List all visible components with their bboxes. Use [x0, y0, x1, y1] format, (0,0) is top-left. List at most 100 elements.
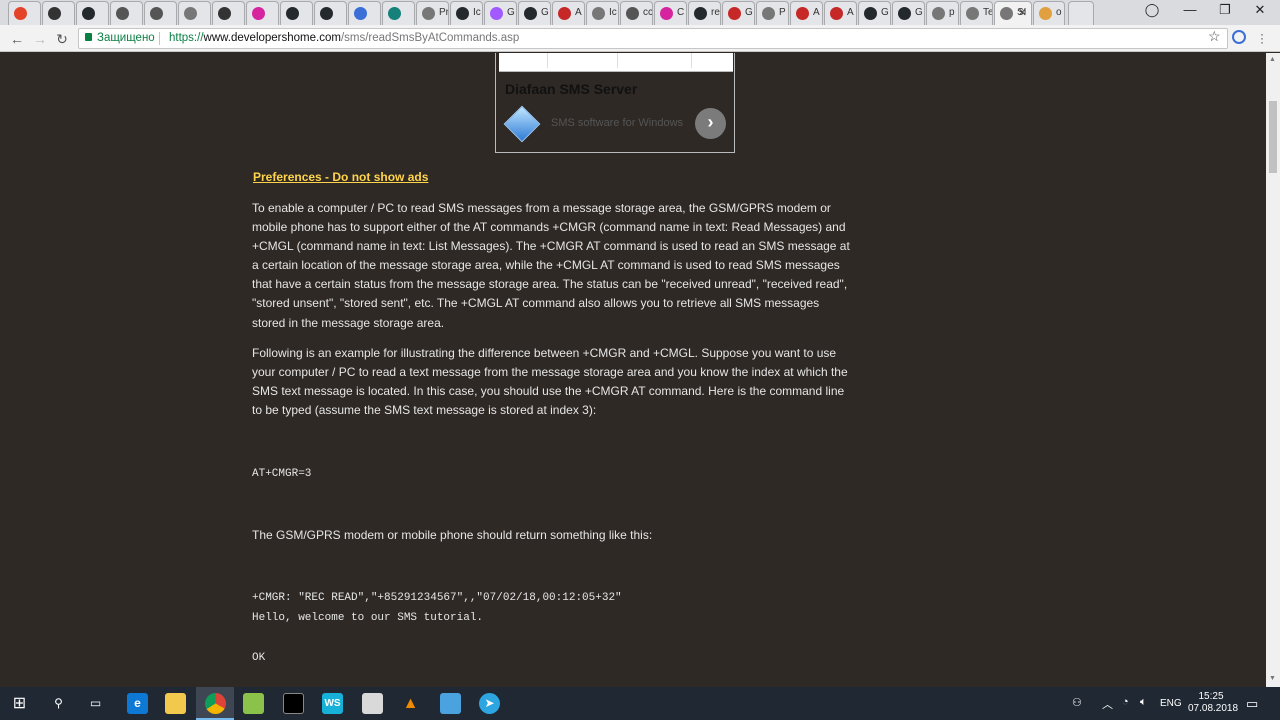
terminal-icon[interactable]	[283, 693, 304, 714]
document-icon[interactable]	[362, 693, 383, 714]
browser-tab[interactable]: A	[790, 1, 823, 25]
browser-tab[interactable]: G	[484, 1, 517, 25]
edge-icon[interactable]: e	[127, 693, 148, 714]
extension-icon[interactable]	[1232, 30, 1246, 44]
tab-label: o	[1056, 7, 1062, 18]
browser-tab[interactable]	[314, 1, 347, 25]
browser-tab[interactable]: G	[722, 1, 755, 25]
language-indicator[interactable]: ENG	[1160, 698, 1182, 709]
browser-tab[interactable]: Te	[960, 1, 993, 25]
reload-icon[interactable]: ↻	[52, 29, 72, 49]
people-icon[interactable]: ⚇	[1072, 696, 1082, 709]
browser-toolbar: ← → ↻ Защищено https://www.developershom…	[0, 25, 1280, 52]
ad-title[interactable]: Diafaan SMS Server	[505, 81, 637, 97]
secure-label: Защищено	[97, 32, 155, 44]
clock-date: 07.08.2018	[1188, 703, 1239, 714]
browser-tab[interactable]	[246, 1, 279, 25]
bookmark-star-icon[interactable]: ☆	[1208, 28, 1221, 45]
browser-tab[interactable]: G	[858, 1, 891, 25]
close-window-button[interactable]: ✕	[1240, 2, 1280, 18]
ad-banner[interactable]: Diafaan SMS Server SMS software for Wind…	[495, 53, 735, 153]
tab-label: A	[813, 7, 820, 18]
browser-tab[interactable]: P	[756, 1, 789, 25]
browser-tab[interactable]	[8, 1, 41, 25]
browser-tab[interactable]: o	[1033, 1, 1065, 25]
url-text[interactable]: https://www.developershome.com/sms/readS…	[169, 29, 519, 48]
browser-tab[interactable]: A	[552, 1, 585, 25]
ad-arrow-button[interactable]: ›	[695, 108, 726, 139]
browser-tab[interactable]	[382, 1, 415, 25]
browser-tab[interactable]: G	[518, 1, 551, 25]
new-tab-button[interactable]	[1068, 1, 1094, 25]
browser-tab[interactable]	[348, 1, 381, 25]
browser-tab[interactable]: A	[824, 1, 857, 25]
rocket-icon	[218, 7, 231, 20]
code-response-line3: OK	[252, 652, 266, 664]
notifications-icon[interactable]: ▭	[1246, 696, 1258, 712]
scroll-up-icon[interactable]: ▲	[1269, 56, 1276, 63]
vlc-icon[interactable]: ▲	[400, 693, 421, 714]
browser-tab[interactable]: Pr	[416, 1, 449, 25]
taskbar-clock[interactable]: 15:25 07.08.2018	[1188, 691, 1239, 715]
browser-tab[interactable]	[178, 1, 211, 25]
tab-label: Ic	[473, 7, 481, 18]
browser-tab[interactable]	[144, 1, 177, 25]
browser-tab[interactable]: Ic	[450, 1, 483, 25]
browser-tab[interactable]	[212, 1, 245, 25]
wifi-icon[interactable]: ◔	[1122, 696, 1129, 708]
book-icon	[626, 7, 639, 20]
task-view-icon[interactable]: ▭	[85, 693, 106, 714]
circle-icon	[252, 7, 265, 20]
url-path: /sms/readSmsByAtCommands.asp	[340, 32, 520, 44]
browser-tab[interactable]: re	[688, 1, 721, 25]
file-explorer-icon[interactable]	[165, 693, 186, 714]
tab-close-icon[interactable]: ✕	[1018, 6, 1027, 19]
tab-label: Te	[983, 7, 993, 18]
pin-icon	[558, 7, 571, 20]
minimize-button[interactable]: —	[1170, 2, 1210, 17]
webstorm-icon[interactable]: WS	[322, 693, 343, 714]
browser-tab[interactable]	[110, 1, 143, 25]
tab-label: A	[847, 7, 854, 18]
browser-tab[interactable]: cc	[620, 1, 653, 25]
square-icon	[728, 7, 741, 20]
back-icon[interactable]: ←	[7, 29, 27, 49]
page-icon	[184, 7, 197, 20]
tab-label: P	[779, 7, 786, 18]
browser-tab[interactable]: SI ✕	[994, 1, 1032, 25]
chrome-menu-icon[interactable]: · · ·	[1260, 28, 1264, 48]
browser-tab[interactable]: G	[892, 1, 925, 25]
page-icon	[932, 7, 945, 20]
scrollbar-thumb[interactable]	[1269, 101, 1277, 173]
windows-start-icon[interactable]: ⊞	[9, 693, 30, 714]
tab-label: G	[915, 7, 923, 18]
browser-tab[interactable]: p	[926, 1, 959, 25]
scroll-down-icon[interactable]: ▼	[1269, 675, 1276, 682]
github-icon	[82, 7, 95, 20]
page-icon	[116, 7, 129, 20]
github-icon	[898, 7, 911, 20]
volume-icon[interactable]: 🔈︎	[1140, 696, 1147, 709]
browser-tab[interactable]	[280, 1, 313, 25]
preferences-link[interactable]: Preferences - Do not show ads	[253, 170, 428, 184]
page-icon	[1000, 7, 1013, 20]
gitlab-icon	[14, 7, 27, 20]
tray-chevron-icon[interactable]: ︿	[1102, 696, 1113, 712]
settings-app-icon[interactable]	[440, 693, 461, 714]
telegram-icon[interactable]: ➤	[479, 693, 500, 714]
vertical-scrollbar[interactable]: ▲ ▼	[1266, 53, 1280, 687]
secure-indicator[interactable]: Защищено	[85, 29, 155, 48]
address-bar[interactable]: Защищено https://www.developershome.com/…	[78, 28, 1228, 49]
browser-tab[interactable]: C	[654, 1, 687, 25]
browser-tab[interactable]	[42, 1, 75, 25]
dot-icon	[388, 7, 401, 20]
browser-tab[interactable]	[76, 1, 109, 25]
notepad-icon[interactable]	[243, 693, 264, 714]
profile-icon[interactable]: ◯	[1132, 2, 1172, 18]
maximize-button[interactable]: ❐	[1205, 2, 1245, 18]
chrome-icon[interactable]	[205, 693, 226, 714]
forward-icon[interactable]: →	[30, 29, 50, 49]
search-icon[interactable]: ⚲	[48, 693, 69, 714]
browser-tab[interactable]: Ic	[586, 1, 619, 25]
tab-label: G	[507, 7, 515, 18]
